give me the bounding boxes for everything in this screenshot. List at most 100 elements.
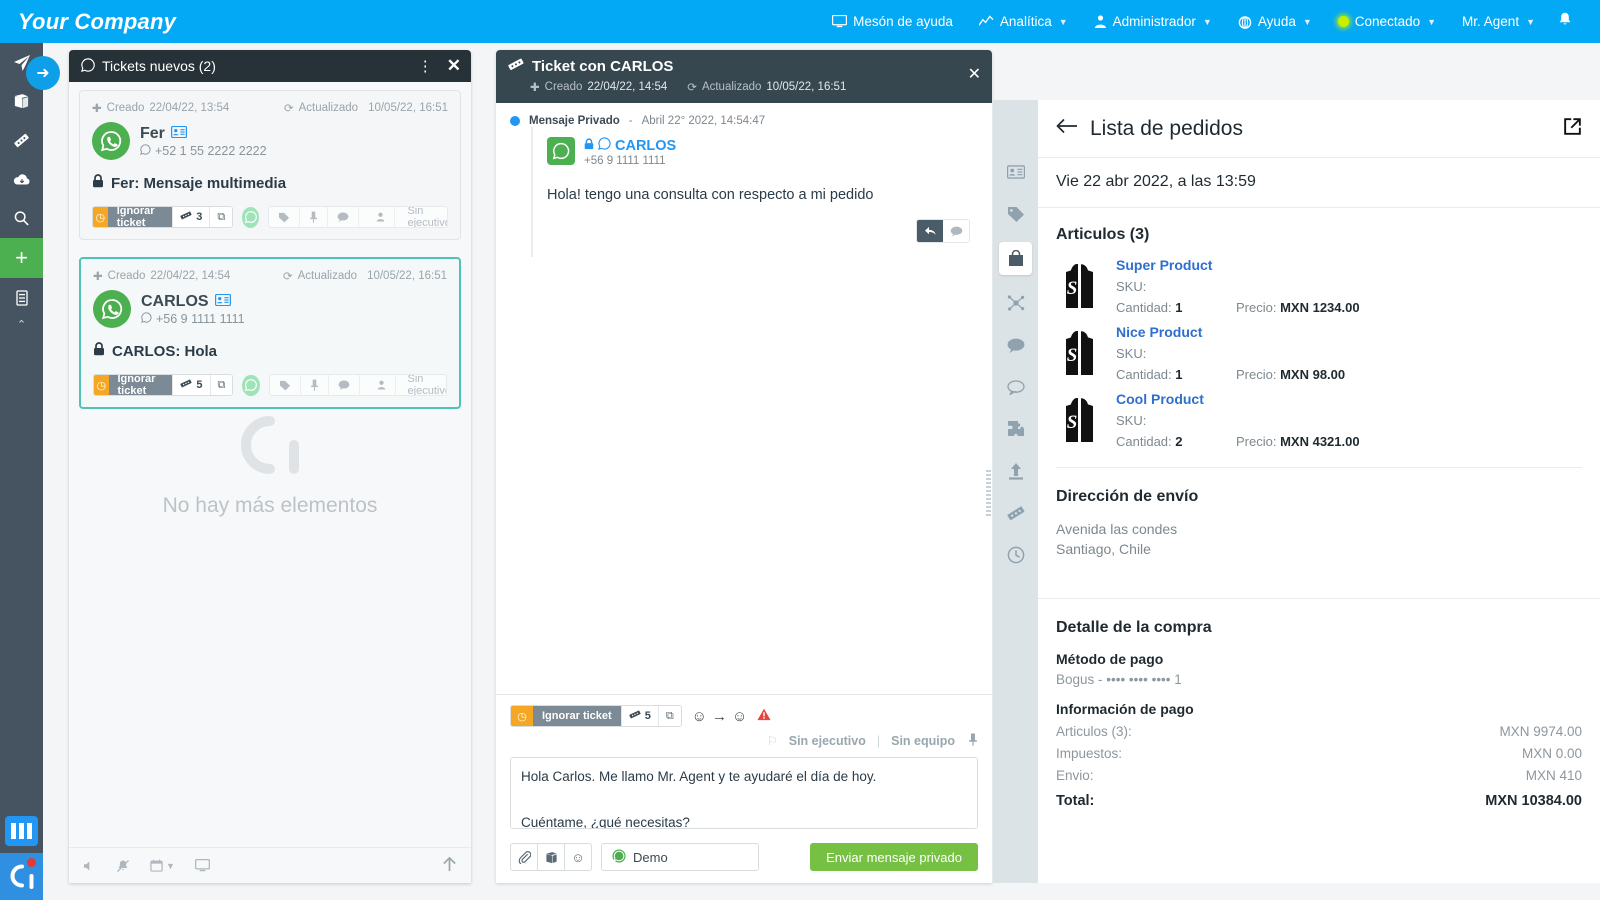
ticket-assignee-label: Sin ejecutivo xyxy=(407,374,447,396)
plus-icon: ✚ xyxy=(93,271,103,283)
price-label: Precio: xyxy=(1236,367,1277,382)
svg-text:S: S xyxy=(1067,278,1078,299)
flag-icon[interactable]: ⚐ xyxy=(767,734,778,748)
channel-label: Demo xyxy=(633,849,668,865)
copy-icon[interactable]: ⧉ xyxy=(209,207,233,227)
message-sender-name[interactable]: CARLOS xyxy=(615,138,676,154)
ignore-ticket-button[interactable]: ◷ Ignorar ticket 5 ⧉ xyxy=(510,705,682,727)
channel-selector[interactable]: Demo xyxy=(601,843,759,871)
assignment-divider: | xyxy=(876,734,881,748)
ticket-assignee[interactable]: Sin ejecutivo xyxy=(360,374,447,396)
emoji-neutral-from-icon[interactable]: ☺ xyxy=(692,708,707,725)
qty-label: Cantidad: xyxy=(1116,300,1172,315)
scroll-up-icon[interactable] xyxy=(442,856,457,876)
warning-icon[interactable] xyxy=(757,708,771,724)
more-options-icon[interactable]: ⋮ xyxy=(418,59,433,74)
nav-item-analytics[interactable]: Analítica ▼ xyxy=(966,0,1081,43)
app-logo-icon[interactable] xyxy=(0,853,43,900)
ticket-icon[interactable] xyxy=(0,121,43,160)
grid-icon[interactable] xyxy=(5,816,38,846)
copy-icon[interactable]: ⧉ xyxy=(657,706,681,726)
top-bar: Your Company Mesón de ayuda Analítica ▼ … xyxy=(0,0,1600,43)
tag-icon[interactable] xyxy=(270,375,301,395)
composer-team[interactable]: Sin equipo xyxy=(891,734,955,748)
pin-icon[interactable] xyxy=(300,207,329,227)
ticket-count[interactable]: 3 xyxy=(172,207,210,227)
ticket-meta: ✚ Creado 22/04/22, 13:54 ⟳ Actualizado 1… xyxy=(92,101,448,115)
ticket-card[interactable]: ✚ Creado 22/04/22, 14:54 ⟳ Actualizado 1… xyxy=(79,257,461,409)
reply-icon[interactable] xyxy=(917,220,943,242)
svg-text:S: S xyxy=(1067,345,1078,366)
message-composer: ◷ Ignorar ticket 5 ⧉ ☺ → ☺ ⚐ Sin ejecuti… xyxy=(496,694,992,883)
close-icon[interactable]: ✕ xyxy=(447,56,461,76)
ticket-icon[interactable] xyxy=(999,499,1032,527)
ticket-assignee-label: Sin ejecutivo xyxy=(407,206,448,228)
message-tools xyxy=(916,219,970,243)
ticket-assignee[interactable]: Sin ejecutivo xyxy=(359,206,448,228)
sku-label: SKU: xyxy=(1116,279,1147,294)
ticket-card[interactable]: ✚ Creado 22/04/22, 13:54 ⟳ Actualizado 1… xyxy=(79,90,461,240)
sku-label: SKU: xyxy=(1116,413,1147,428)
ignore-ticket-button[interactable]: ◷ Ignorar ticket 5 ⧉ xyxy=(93,374,234,396)
emoji-icon[interactable]: ☺ xyxy=(564,843,592,871)
order-item-name[interactable]: Cool Product xyxy=(1116,391,1582,407)
chevron-up-icon[interactable]: ⌃ xyxy=(17,318,26,331)
shopping-bag-icon[interactable] xyxy=(999,242,1032,275)
order-item-name[interactable]: Super Product xyxy=(1116,257,1582,273)
speaker-icon[interactable] xyxy=(83,860,96,872)
share-network-icon[interactable] xyxy=(999,289,1032,317)
chat-outline-icon[interactable] xyxy=(999,373,1032,401)
purchase-details-section: Detalle de la compra Método de pago Bogu… xyxy=(1038,599,1600,809)
order-item-name[interactable]: Nice Product xyxy=(1116,324,1582,340)
nav-item-admin[interactable]: Administrador ▼ xyxy=(1081,0,1225,43)
close-icon[interactable]: ✕ xyxy=(968,64,981,84)
chat-filled-icon[interactable] xyxy=(999,331,1032,359)
ignore-ticket-button[interactable]: ◷ Ignorar ticket 3 ⧉ xyxy=(92,206,234,228)
puzzle-icon[interactable] xyxy=(999,415,1032,443)
message-input[interactable] xyxy=(510,757,978,829)
notifications-icon[interactable] xyxy=(1548,12,1586,31)
tag-icon[interactable] xyxy=(999,200,1032,228)
comment-icon[interactable] xyxy=(329,375,360,395)
attachment-icon[interactable] xyxy=(510,843,538,871)
send-private-message-button[interactable]: Enviar mensaje privado xyxy=(810,843,978,871)
panel-resize-handle[interactable] xyxy=(986,470,991,518)
pin-icon[interactable] xyxy=(968,733,978,749)
comment-icon[interactable] xyxy=(328,207,360,227)
price-value: MXN 4321.00 xyxy=(1280,434,1360,449)
ticket-count[interactable]: 5 xyxy=(620,706,658,726)
upload-icon[interactable] xyxy=(999,457,1032,485)
comment-icon[interactable] xyxy=(943,220,969,242)
nav-item-helpdesk[interactable]: Mesón de ayuda xyxy=(819,0,966,43)
contact-card-icon[interactable] xyxy=(999,158,1032,186)
payment-row-total: Total: MXN 10384.00 xyxy=(1056,793,1582,809)
tag-icon[interactable] xyxy=(269,207,301,227)
list-icon[interactable] xyxy=(0,278,43,317)
payment-method-value: Bogus - •••• •••• •••• 1 xyxy=(1056,671,1182,687)
contact-card-icon[interactable] xyxy=(214,293,231,309)
ticket-count[interactable]: 5 xyxy=(172,375,210,395)
order-item-qty: Cantidad: 1 xyxy=(1116,300,1236,315)
nav-item-status[interactable]: Conectado ▼ xyxy=(1325,0,1449,43)
pin-icon[interactable] xyxy=(301,375,329,395)
ticket-small-icon xyxy=(629,710,641,722)
nav-item-help[interactable]: Ayuda ▼ xyxy=(1225,0,1325,43)
arrow-left-icon[interactable] xyxy=(1056,117,1078,140)
composer-assignee[interactable]: Sin ejecutivo xyxy=(789,734,866,748)
open-external-icon[interactable] xyxy=(1563,117,1582,141)
whatsapp-channel-icon xyxy=(242,374,260,396)
history-icon[interactable] xyxy=(999,541,1032,569)
cloud-download-icon[interactable] xyxy=(0,160,43,199)
emoji-neutral-to-icon[interactable]: ☺ xyxy=(732,708,747,725)
nav-item-user[interactable]: Mr. Agent ▼ xyxy=(1449,0,1548,43)
bell-off-icon[interactable] xyxy=(116,859,130,873)
canned-response-icon[interactable] xyxy=(537,843,565,871)
add-button[interactable]: + xyxy=(0,238,43,278)
monitor-icon[interactable] xyxy=(194,859,210,872)
contact-card-icon[interactable] xyxy=(170,125,187,141)
arrow-right-icon[interactable]: ➜ xyxy=(26,56,60,90)
calendar-icon[interactable]: ▼ xyxy=(150,859,175,872)
created-label: Creado xyxy=(544,81,583,93)
search-icon[interactable] xyxy=(0,199,43,238)
copy-icon[interactable]: ⧉ xyxy=(209,375,233,395)
